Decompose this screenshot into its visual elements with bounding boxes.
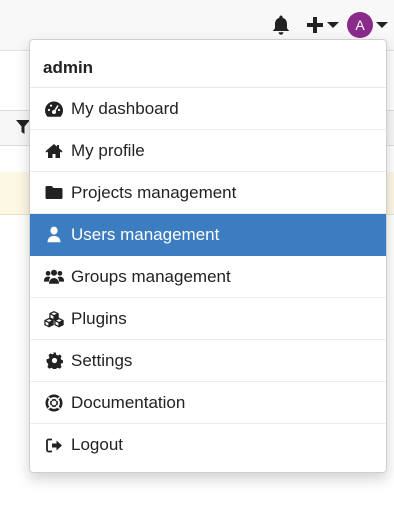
users-icon (44, 267, 64, 287)
home-icon (44, 141, 64, 161)
gear-icon (44, 351, 64, 371)
avatar: A (347, 12, 373, 38)
menu-item-label: My dashboard (71, 98, 179, 118)
caret-down-icon (376, 12, 388, 38)
menu-item-groups-management[interactable]: Groups management (30, 256, 386, 298)
dashboard-icon (44, 99, 64, 119)
menu-item-my-dashboard[interactable]: My dashboard (30, 88, 386, 130)
page: A admin My dashboard My profile Projects… (0, 0, 394, 506)
caret-down-icon (327, 12, 339, 38)
cubes-icon (44, 309, 64, 329)
menu-header-username: admin (30, 40, 386, 88)
menu-item-logout[interactable]: Logout (30, 424, 386, 466)
menu-item-label: Documentation (71, 392, 186, 412)
menu-item-documentation[interactable]: Documentation (30, 382, 386, 424)
menu-item-label: Settings (71, 350, 133, 370)
menu-item-users-management[interactable]: Users management (30, 214, 386, 256)
menu-item-label: My profile (71, 140, 145, 160)
filter-icon[interactable] (16, 119, 30, 135)
menu-item-label: Logout (71, 435, 123, 454)
user-menu-toggle[interactable]: A (347, 12, 388, 38)
menu-item-my-profile[interactable]: My profile (30, 130, 386, 172)
folder-icon (44, 183, 64, 203)
menu-item-label: Projects management (71, 182, 237, 202)
sign-out-icon (44, 435, 64, 455)
menu-item-projects-management[interactable]: Projects management (30, 172, 386, 214)
plus-icon (306, 12, 324, 38)
menu-item-label: Groups management (71, 266, 231, 286)
user-icon (44, 225, 64, 245)
create-menu-toggle[interactable] (306, 12, 339, 38)
menu-item-label: Plugins (71, 308, 127, 328)
user-dropdown-menu: admin My dashboard My profile Projects m… (29, 39, 387, 473)
menu-item-settings[interactable]: Settings (30, 340, 386, 382)
life-ring-icon (44, 393, 64, 413)
navbar-actions: A (270, 12, 388, 38)
bell-icon[interactable] (270, 12, 292, 38)
menu-item-plugins[interactable]: Plugins (30, 298, 386, 340)
menu-item-label: Users management (71, 224, 220, 244)
